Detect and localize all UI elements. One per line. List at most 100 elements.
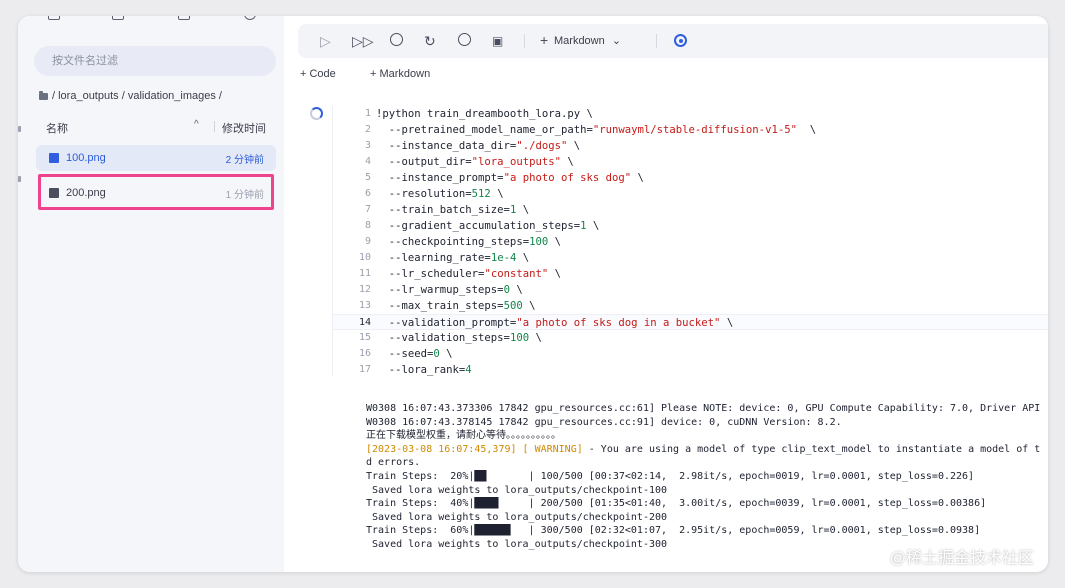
code-text: --validation_steps=100 \: [376, 330, 542, 346]
new-folder-icon[interactable]: [112, 16, 124, 20]
file-name: 100.png: [66, 152, 106, 164]
code-token: --validation_steps=: [376, 332, 510, 344]
cell-running-spinner-icon: [310, 107, 323, 120]
code-text: --output_dir="lora_outputs" \: [376, 154, 574, 170]
file-row-100-png[interactable]: 100.png 2 分钟前: [36, 145, 276, 171]
save-icon[interactable]: ▣: [492, 33, 503, 49]
code-text: !python train_dreambooth_lora.py \: [376, 106, 593, 122]
code-line[interactable]: 9 --checkpointing_steps=100 \: [333, 234, 1048, 250]
code-line[interactable]: 3 --instance_data_dir="./dogs" \: [333, 138, 1048, 154]
code-line[interactable]: 15 --validation_steps=100 \: [333, 330, 1048, 346]
line-number: 9: [364, 236, 371, 247]
code-token: --lr_warmup_steps=: [376, 284, 504, 296]
run-cell-icon[interactable]: ▷: [320, 33, 331, 49]
code-token: \: [548, 236, 561, 248]
folder-icon: [39, 90, 48, 100]
code-token: \: [631, 172, 644, 184]
code-text: --checkpointing_steps=100 \: [376, 234, 561, 250]
line-number: 7: [364, 204, 371, 215]
output-text: Train Steps: 40%|████ | 200/500 [01:35<0…: [366, 498, 987, 510]
code-token: "a photo of sks dog": [503, 172, 632, 184]
line-number: 8: [364, 220, 371, 231]
code-token: !python train_dreambooth_lora.py \: [376, 108, 593, 120]
code-token: \: [529, 332, 542, 344]
run-all-icon[interactable]: ▷▷: [352, 33, 374, 49]
code-token: 512: [471, 188, 491, 200]
line-number: 1: [364, 108, 371, 119]
code-line[interactable]: 6 --resolution=512 \: [333, 186, 1048, 202]
code-token: \: [490, 188, 504, 200]
column-time-header[interactable]: 修改时间: [222, 120, 266, 136]
code-token: "a photo of sks dog in a bucket": [516, 317, 721, 329]
code-token: 4: [465, 364, 472, 376]
toolbar-divider: [656, 34, 657, 48]
add-markdown-cell-button[interactable]: + Markdown: [370, 68, 430, 80]
line-number: 4: [364, 156, 371, 167]
code-text: --train_batch_size=1 \: [376, 202, 529, 218]
code-line[interactable]: 7 --train_batch_size=1 \: [333, 202, 1048, 218]
restart-kernel-icon[interactable]: ↻: [424, 33, 436, 49]
code-line[interactable]: 13 --max_train_steps=500 \: [333, 298, 1048, 314]
code-token: --seed=: [376, 348, 434, 360]
code-token: \: [720, 317, 734, 329]
sort-chevron-up-icon[interactable]: ^: [194, 119, 199, 130]
code-line[interactable]: 14 --validation_prompt="a photo of sks d…: [333, 314, 1048, 330]
output-line: Train Steps: 40%|████ | 200/500 [01:35<0…: [366, 497, 1048, 511]
output-line: 正在下载模型权重，请耐心等待。。。。。。。。。。: [366, 429, 1048, 443]
line-number: 16: [358, 348, 371, 359]
code-line[interactable]: 12 --lr_warmup_steps=0 \: [333, 282, 1048, 298]
code-line[interactable]: 11 --lr_scheduler="constant" \: [333, 266, 1048, 282]
output-text: Saved lora weights to lora_outputs/check…: [366, 538, 668, 550]
output-line: Saved lora weights to lora_outputs/check…: [366, 511, 1048, 525]
code-token: --max_train_steps=: [376, 300, 504, 312]
code-line[interactable]: 16 --seed=0 \: [333, 346, 1048, 362]
code-token: \: [796, 124, 817, 136]
output-text: Saved lora weights to lora_outputs/check…: [366, 484, 668, 496]
output-text: Train Steps: 20%|██ | 100/500 [00:37<02:…: [366, 470, 975, 482]
filter-input[interactable]: 按文件名过滤: [34, 46, 276, 76]
interrupt-icon[interactable]: [458, 33, 471, 46]
cell-type-select[interactable]: Markdown ⌄: [554, 34, 621, 47]
code-line[interactable]: 5 --instance_prompt="a photo of sks dog"…: [333, 170, 1048, 186]
code-cell[interactable]: 1 !python train_dreambooth_lora.py \ 2 --p…: [332, 106, 1048, 376]
output-text: W0308 16:07:43.378145 17842 gpu_resource…: [366, 416, 842, 428]
code-token: "constant": [484, 268, 549, 280]
code-line[interactable]: 4 --output_dir="lora_outputs" \: [333, 154, 1048, 170]
output-text: 正在下载模型权重，请耐心等待。。。。。。。。。。: [366, 430, 561, 442]
screenshot-frame: 按文件名过滤 / lora_outputs / validation_image…: [18, 16, 1048, 572]
line-number: 3: [364, 140, 371, 151]
notebook-main: ▷ ▷▷ ↻ ▣ + Markdown ⌄ + Code + Markdown …: [284, 16, 1048, 572]
code-token: --resolution=: [376, 188, 472, 200]
code-token: \: [560, 156, 574, 168]
upload-icon[interactable]: [178, 16, 190, 20]
code-token: \: [509, 284, 523, 296]
cell-type-value: Markdown: [554, 35, 605, 47]
refresh-icon[interactable]: [244, 16, 256, 20]
code-token: "./dogs": [516, 140, 568, 152]
code-line[interactable]: 17 --lora_rank=4: [333, 362, 1048, 378]
code-line[interactable]: 2 --pretrained_model_name_or_path="runwa…: [333, 122, 1048, 138]
chevron-down-icon: ⌄: [611, 35, 622, 47]
code-line[interactable]: 1 !python train_dreambooth_lora.py \: [333, 106, 1048, 122]
line-number: 10: [358, 252, 371, 263]
code-token: --output_dir=: [376, 156, 472, 168]
kernel-status-icon[interactable]: [674, 34, 687, 47]
code-token: --train_batch_size=: [376, 204, 510, 216]
new-file-icon[interactable]: [48, 16, 60, 20]
output-line: W0308 16:07:43.378145 17842 gpu_resource…: [366, 416, 1048, 430]
code-editor[interactable]: 1 !python train_dreambooth_lora.py \ 2 --p…: [333, 106, 1048, 378]
line-number: 5: [364, 172, 371, 183]
add-code-cell-button[interactable]: + Code: [300, 68, 336, 80]
line-number: 15: [358, 332, 371, 343]
code-text: --max_train_steps=500 \: [376, 298, 536, 314]
code-token: --checkpointing_steps=: [376, 236, 530, 248]
add-cell-icon[interactable]: +: [540, 32, 548, 48]
code-text: --validation_prompt="a photo of sks dog …: [376, 315, 733, 331]
code-line[interactable]: 8 --gradient_accumulation_steps=1 \: [333, 218, 1048, 234]
restart-run-icon[interactable]: [390, 33, 403, 46]
code-token: 500: [503, 300, 523, 312]
code-text: --lr_scheduler="constant" \: [376, 266, 561, 282]
column-name-header[interactable]: 名称: [46, 120, 68, 136]
breadcrumb-path[interactable]: / lora_outputs / validation_images /: [52, 90, 222, 102]
code-line[interactable]: 10 --learning_rate=1e-4 \: [333, 250, 1048, 266]
